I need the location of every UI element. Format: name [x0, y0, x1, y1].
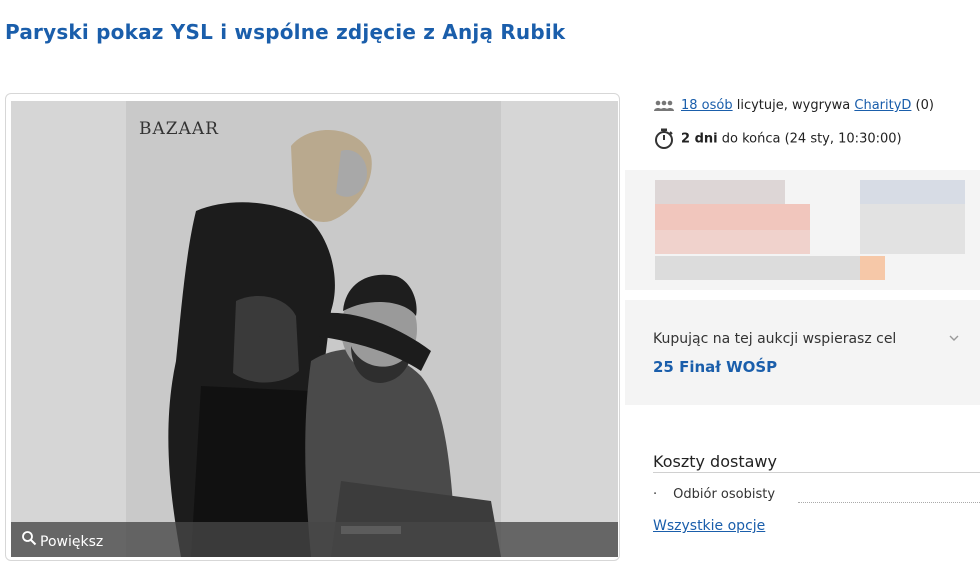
people-icon — [654, 100, 674, 111]
time-end: do końca (24 sty, 10:30:00) — [717, 131, 902, 147]
cause-link[interactable]: 25 Finał WOŚP — [653, 358, 777, 376]
winner-score: (0) — [911, 98, 934, 113]
price-panel-redacted — [625, 170, 980, 290]
main-photo[interactable]: BAZAAR — [11, 101, 618, 557]
dotted-leader — [798, 502, 980, 503]
winner-link[interactable]: CharityD — [854, 98, 911, 113]
shipping-option-label: Odbiór osobisty — [673, 487, 776, 502]
cause-text: Kupując na tej aukcji wspierasz cel — [653, 331, 897, 347]
charity-cause-panel[interactable]: Kupując na tej aukcji wspierasz cel 25 F… — [625, 300, 980, 405]
bidders-count-link[interactable]: 18 osób — [681, 98, 733, 113]
stopwatch-icon — [655, 128, 673, 149]
shipping-option: · Odbiór osobisty — [653, 487, 775, 502]
bullet: · — [653, 487, 658, 502]
time-days: 2 dni — [681, 131, 718, 147]
zoom-button[interactable]: Powiększ — [11, 522, 618, 557]
bidders-info: 18 osób licytuje, wygrywa CharityD (0) — [653, 98, 934, 113]
divider — [653, 472, 980, 473]
photo-illustration — [11, 101, 618, 557]
bidders-text: licytuje, wygrywa — [732, 98, 855, 113]
magazine-logo: BAZAAR — [139, 119, 219, 139]
zoom-label: Powiększ — [40, 534, 104, 550]
chevron-down-icon[interactable] — [948, 332, 960, 344]
auction-title: Paryski pokaz YSL i wspólne zdjęcie z An… — [5, 20, 566, 44]
image-gallery: BAZAAR Powiększ — [5, 93, 620, 561]
magnifier-icon — [22, 531, 37, 546]
all-options-link[interactable]: Wszystkie opcje — [653, 518, 765, 534]
time-remaining: 2 dni do końca (24 sty, 10:30:00) — [653, 128, 902, 150]
shipping-title: Koszty dostawy — [653, 452, 777, 471]
